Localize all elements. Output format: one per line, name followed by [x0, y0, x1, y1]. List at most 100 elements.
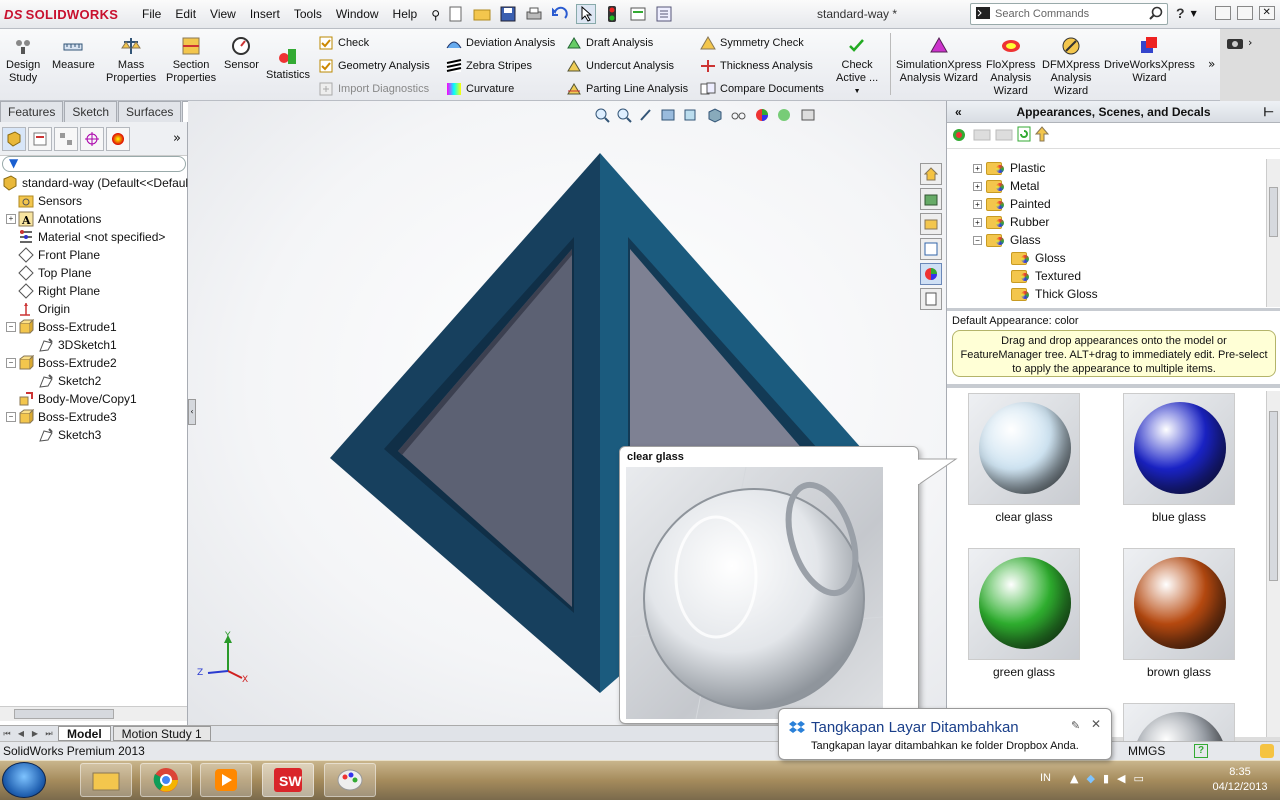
notification-options-icon[interactable]: ✎ [1071, 719, 1080, 732]
section-view-icon[interactable] [660, 107, 676, 126]
options-icon[interactable] [654, 4, 674, 24]
addin-simulationxpress-button[interactable]: SimulationXpress Analysis Wizard [896, 35, 982, 85]
tree-filter-input[interactable]: ▼ [2, 156, 186, 172]
tab-features[interactable]: Features [0, 101, 64, 122]
search-input[interactable]: Search Commands [995, 8, 1089, 20]
taskbar-explorer-icon[interactable] [80, 763, 132, 797]
collapse-panel-handle[interactable]: ‹ [188, 399, 196, 425]
new-document-icon[interactable] [446, 4, 466, 24]
tree-item-top[interactable]: Top Plane [0, 264, 188, 282]
camera-icon[interactable] [1226, 36, 1244, 53]
expand-panel-icon[interactable]: » [173, 131, 181, 146]
cmd-statistics-button[interactable]: Statistics [266, 45, 310, 82]
dropbox-tray-icon[interactable]: ◆ [1086, 772, 1094, 785]
taskbar-paint-icon[interactable] [324, 763, 376, 797]
menu-view[interactable]: View [204, 0, 242, 29]
tree-item-right[interactable]: Right Plane [0, 282, 188, 300]
configuration-manager-tab-icon[interactable] [54, 126, 78, 151]
dimxpert-manager-tab-icon[interactable] [80, 126, 104, 151]
tree-item-boss-extrude1[interactable]: − Boss-Extrude1 [0, 318, 188, 336]
tree-item-origin[interactable]: Origin [0, 300, 188, 318]
chevron-down-icon[interactable]: ▼ [1191, 9, 1197, 18]
pane-splitter-2[interactable] [947, 384, 1280, 388]
expand-icon[interactable]: + [973, 181, 982, 191]
display-style-icon[interactable] [706, 107, 724, 126]
tab-surfaces[interactable]: Surfaces [118, 101, 182, 122]
tree-item-front[interactable]: Front Plane [0, 246, 188, 264]
refresh-icon[interactable] [1017, 126, 1031, 145]
save-icon[interactable] [498, 4, 518, 24]
menu-help[interactable]: Help [387, 0, 424, 29]
search-commands[interactable]: Search Commands [970, 3, 1168, 25]
cmd-deviation-analysis-button[interactable]: Deviation Analysis [446, 33, 555, 53]
cmd-zebra-stripes-button[interactable]: Zebra Stripes [446, 56, 532, 76]
more-commands-icon[interactable]: » [1208, 57, 1215, 71]
tree-item-boss-extrude3[interactable]: − Boss-Extrude3 [0, 408, 188, 426]
solidworks-logo[interactable]: DS SOLIDWORKS [4, 7, 118, 22]
apply-scene-icon[interactable] [776, 107, 794, 126]
print-icon[interactable] [524, 4, 544, 24]
check-active-button[interactable]: Check Active ... ▼ [836, 35, 878, 98]
tab-scroll-icon[interactable]: ▶ [28, 729, 42, 738]
volume-icon[interactable]: ◀ [1117, 772, 1125, 785]
tree-item-boss-extrude2[interactable]: − Boss-Extrude2 [0, 354, 188, 372]
network-icon[interactable]: ▮ [1103, 772, 1109, 785]
appearance-swatch[interactable] [1123, 393, 1235, 505]
appearances-tree-scrollbar[interactable] [1266, 159, 1280, 307]
appearance-folder-metal[interactable]: + Metal [947, 177, 1267, 195]
feature-tree-hscroll[interactable] [0, 706, 187, 721]
appearance-folder-glass[interactable]: − Glass [947, 231, 1267, 249]
bottom-tab-model[interactable]: Model [58, 726, 111, 741]
taskbar-solidworks-icon[interactable]: SW [262, 763, 314, 797]
addin-driveworksxpress-button[interactable]: DriveWorksXpress Wizard [1104, 35, 1195, 85]
minimize-icon[interactable] [1214, 6, 1231, 20]
cmd-section-properties-button[interactable]: Section Properties [166, 35, 216, 85]
solidworks-resources-icon[interactable] [920, 163, 942, 185]
tree-item-annotations[interactable]: + A Annotations [0, 210, 188, 228]
view-settings-icon[interactable] [800, 107, 816, 126]
expand-icon[interactable]: + [973, 163, 982, 173]
restore-icon[interactable] [1236, 6, 1253, 20]
tab-scroll-icon[interactable]: ⏮ [0, 729, 14, 739]
addin-floxpress-button[interactable]: FloXpress Analysis Wizard [986, 35, 1036, 98]
chevron-down-icon[interactable]: ▼ [854, 85, 861, 98]
rebuild-status-icon[interactable] [1260, 744, 1274, 758]
display-manager-tab-icon[interactable] [106, 126, 130, 151]
menu-edit[interactable]: Edit [169, 0, 202, 29]
tree-item-body-move/copy1[interactable]: Body-Move/Copy1 [0, 390, 188, 408]
bottom-tab-motion-study-1[interactable]: Motion Study 1 [112, 726, 211, 741]
cmd-mass-properties-button[interactable]: Mass Properties [106, 35, 156, 85]
appearances-tab-icon[interactable] [920, 263, 942, 285]
menu-tools[interactable]: Tools [288, 0, 328, 29]
start-button[interactable] [2, 762, 46, 798]
rebuild-icon[interactable] [602, 4, 622, 24]
appearance-swatch[interactable] [968, 548, 1080, 660]
appearance-folder-painted[interactable]: + Painted [947, 195, 1267, 213]
units-indicator[interactable]: MMGS [1128, 742, 1165, 761]
view-orientation-icon[interactable] [682, 107, 700, 126]
custom-properties-icon[interactable] [920, 288, 942, 310]
expand-icon[interactable]: + [973, 199, 982, 209]
zoom-to-fit-icon[interactable] [594, 107, 610, 126]
tree-item-sensors[interactable]: Sensors [0, 192, 188, 210]
input-language[interactable]: IN [1040, 772, 1051, 784]
cmd-draft-analysis-button[interactable]: Draft Analysis [566, 33, 653, 53]
tab-scroll-icon[interactable]: ◀ [14, 729, 28, 738]
power-icon[interactable]: ▭ [1133, 772, 1143, 785]
zoom-to-area-icon[interactable] [616, 107, 632, 126]
previous-view-icon[interactable] [638, 107, 654, 126]
taskbar-media-icon[interactable] [200, 763, 252, 797]
cmd-geometry-analysis-button[interactable]: Geometry Analysis [318, 56, 430, 76]
appearance-folder-gloss[interactable]: Gloss [947, 249, 1267, 267]
tab-scroll-icon[interactable]: ⏭ [42, 729, 56, 739]
gallery-scrollbar[interactable] [1266, 391, 1280, 737]
undo-icon[interactable] [550, 4, 570, 24]
menu-insert[interactable]: Insert [244, 0, 286, 29]
help-icon[interactable]: ? [1176, 5, 1185, 21]
cmd-design-study-button[interactable]: Design Study [6, 35, 40, 85]
feature-tree-tab-icon[interactable] [2, 126, 26, 151]
collapse-pane-icon[interactable]: « [955, 101, 962, 123]
show-hidden-icons-icon[interactable]: ▲ [1070, 772, 1078, 785]
hide-show-items-icon[interactable] [730, 107, 748, 126]
cmd-undercut-analysis-button[interactable]: Undercut Analysis [566, 56, 674, 76]
